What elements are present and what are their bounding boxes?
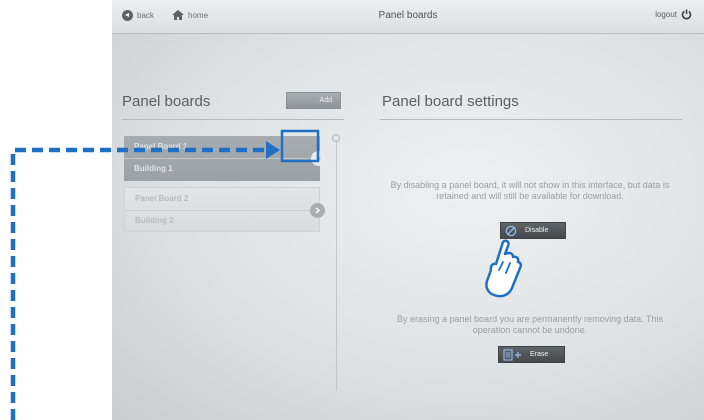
disable-button[interactable]: Disable [500, 222, 566, 239]
panel-board-list: Panel Board 1 Building 1 Panel Board 2 B… [124, 136, 326, 238]
divider [125, 210, 319, 211]
building-name: Building 1 [134, 164, 173, 173]
prohibited-icon [505, 225, 517, 239]
add-button[interactable]: Add [286, 92, 341, 109]
page-title: Panel boards [378, 10, 438, 21]
divider [124, 158, 320, 159]
list-item[interactable]: Panel Board 2 Building 2 [124, 187, 325, 232]
building-name: Building 2 [135, 216, 174, 225]
erase-label: Erase [530, 351, 549, 358]
logout-button[interactable]: logout [655, 9, 692, 20]
chevron-right-icon[interactable] [310, 203, 325, 218]
chevron-right-icon[interactable] [311, 151, 326, 166]
disable-label: Disable [525, 227, 549, 234]
logout-label: logout [655, 10, 677, 19]
panel-boards-heading: Panel boards [122, 93, 211, 110]
erase-icon [503, 349, 523, 363]
top-bar: back home Panel boards logout [112, 0, 704, 34]
list-item[interactable]: Panel Board 1 Building 1 [124, 136, 326, 181]
divider [380, 119, 682, 120]
panel-board-name: Panel Board 1 [134, 142, 188, 151]
scrollbar-thumb[interactable] [332, 134, 340, 142]
erase-button[interactable]: Erase [498, 346, 565, 363]
scrollbar-track[interactable] [336, 140, 337, 390]
erase-description: By erasing a panel board you are permane… [397, 314, 663, 335]
divider [122, 119, 344, 120]
disable-description: By disabling a panel board, it will not … [390, 180, 670, 201]
add-label: Add [319, 97, 332, 104]
panel-boards-app: back home Panel boards logout Panel boar… [112, 0, 704, 420]
panel-board-name: Panel Board 2 [135, 194, 189, 203]
power-icon [681, 9, 692, 20]
settings-heading: Panel board settings [382, 93, 519, 110]
